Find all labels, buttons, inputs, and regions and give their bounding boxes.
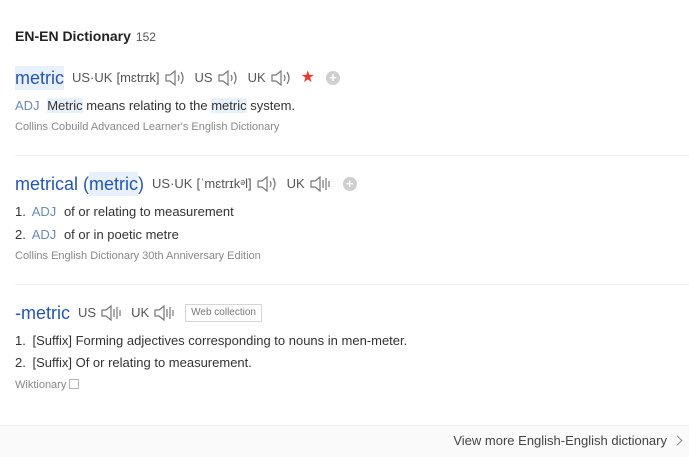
dictionary-panel: EN-EN Dictionary 152 metric US·UK [mɛtrɪ… <box>0 0 689 457</box>
definition-number: 1. <box>15 204 26 219</box>
pron-label-us: US <box>78 305 97 320</box>
star-icon[interactable]: ★ <box>301 66 315 90</box>
definition-text: means relating to the <box>82 98 212 113</box>
dictionary-header: EN-EN Dictionary 152 <box>15 28 156 46</box>
entry-metric: metric US·UK [mɛtrɪk] US UK ★ + ADJ Metr… <box>15 66 689 135</box>
plus-icon[interactable]: + <box>342 177 357 191</box>
definition-text: [Suffix] Of or relating to measurement. <box>32 355 252 370</box>
definition-line: 2. ADJ of or in poetic metre <box>15 224 689 246</box>
entry-headline: -metric US UK Web collection <box>15 301 689 325</box>
footer-bar: View more English-English dictionary <box>0 425 689 457</box>
definition-line: 1. ADJ of or relating to measurement <box>15 201 689 223</box>
source-label: Collins Cobuild Advanced Learner's Engli… <box>15 121 280 133</box>
speaker-icon[interactable] <box>99 303 123 323</box>
source-label[interactable]: Wiktionary <box>15 379 66 391</box>
pron-label-us-uk: US·UK <box>152 176 193 191</box>
pron-label-uk: UK <box>247 70 266 85</box>
definition-number: 2. <box>15 227 26 242</box>
part-of-speech: ADJ <box>31 204 57 219</box>
speaker-icon[interactable] <box>152 303 176 323</box>
speaker-icon[interactable] <box>216 68 240 88</box>
dictionary-count: 152 <box>135 30 156 44</box>
definition-number: 1. <box>15 333 26 348</box>
external-link-icon[interactable] <box>69 379 80 389</box>
pron-label-uk: UK <box>131 305 150 320</box>
entry-metrical: metrical ( metric ) US·UK [ˈmɛtrɪkᵊl] UK… <box>15 172 689 264</box>
part-of-speech: ADJ <box>31 227 57 242</box>
pron-label-uk: UK <box>286 176 305 191</box>
definition-text: of or in poetic metre <box>63 227 179 242</box>
dictionary-title: EN-EN Dictionary <box>15 28 131 44</box>
phonetic: [mɛtrɪk] <box>116 70 160 85</box>
speaker-icon[interactable] <box>308 174 332 194</box>
definition-number: 2. <box>15 355 26 370</box>
definition-text: of or relating to measurement <box>63 204 234 219</box>
definition-text: system. <box>246 98 296 113</box>
speaker-icon[interactable] <box>255 174 279 194</box>
entry-headline: metric US·UK [mɛtrɪk] US UK ★ + <box>15 66 689 90</box>
entry-headline: metrical ( metric ) US·UK [ˈmɛtrɪkᵊl] UK… <box>15 172 689 196</box>
web-collection-tag: Web collection <box>185 304 262 322</box>
headword[interactable]: -metric <box>15 301 70 325</box>
chevron-right-icon[interactable] <box>672 435 683 446</box>
definition-line: 1. [Suffix] Forming adjectives correspon… <box>15 330 689 352</box>
headword[interactable]: metric <box>15 66 64 90</box>
entry-metric-suffix: -metric US UK Web collection 1. [Suffix]… <box>15 301 689 393</box>
speaker-icon[interactable] <box>163 68 187 88</box>
headword-suffix[interactable]: ) <box>138 172 144 196</box>
part-of-speech: ADJ <box>15 98 40 113</box>
source-link[interactable]: Wiktionary <box>15 377 689 393</box>
pron-label-us: US <box>194 70 213 85</box>
entry-divider <box>15 155 689 156</box>
definition-text: [Suffix] Forming adjectives correspondin… <box>32 333 408 348</box>
speaker-icon[interactable] <box>269 68 293 88</box>
plus-icon[interactable]: + <box>326 71 341 85</box>
definition-line: ADJ Metric means relating to the metric … <box>15 95 689 117</box>
definition-keyword: metric <box>211 98 247 113</box>
view-more-label[interactable]: View more English-English dictionary <box>453 433 667 448</box>
phonetic: [ˈmɛtrɪkᵊl] <box>196 176 252 191</box>
definition-keyword: Metric <box>47 98 83 113</box>
view-more-link[interactable]: View more English-English dictionary <box>453 433 683 448</box>
source-label: Collins English Dictionary 30th Annivers… <box>15 250 261 262</box>
headword[interactable]: metric <box>89 172 139 196</box>
entry-divider <box>15 284 689 285</box>
headword-prefix[interactable]: metrical ( <box>15 172 89 196</box>
pron-label-us-uk: US·UK <box>72 70 113 85</box>
definition-line: 2. [Suffix] Of or relating to measuremen… <box>15 352 689 374</box>
